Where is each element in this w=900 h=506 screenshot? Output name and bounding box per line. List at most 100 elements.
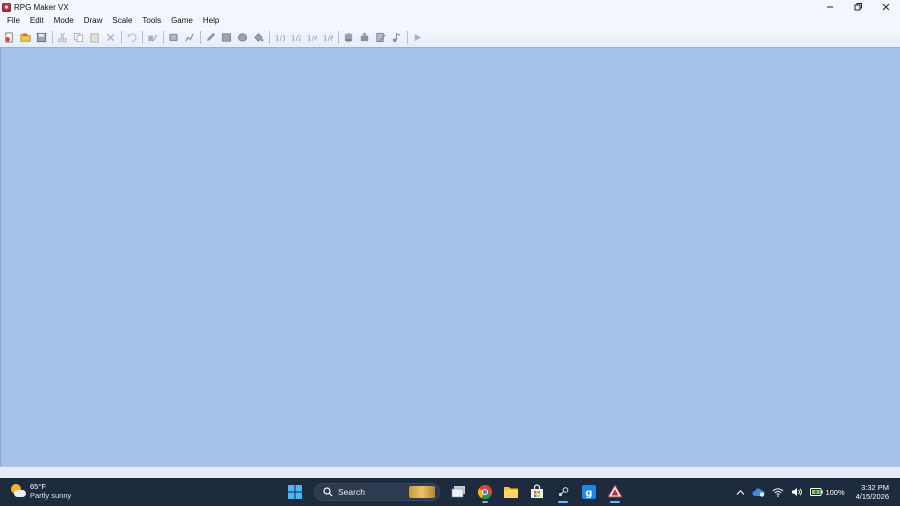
undo-icon <box>126 33 137 42</box>
start-button[interactable] <box>284 481 306 503</box>
menu-mode[interactable]: Mode <box>49 14 79 28</box>
g-app-icon: g <box>582 485 596 499</box>
toolbar-separator <box>142 31 143 44</box>
map-mode-button[interactable] <box>145 30 160 45</box>
steam-button[interactable] <box>552 481 574 503</box>
volume-button[interactable] <box>791 487 803 497</box>
cloud-sync-icon <box>752 488 765 497</box>
microsoft-store-button[interactable] <box>526 481 548 503</box>
search-icon <box>323 487 333 497</box>
resource-manager-icon <box>360 32 369 42</box>
taskbar-search[interactable]: Search <box>314 483 440 501</box>
toolbar-separator <box>163 31 164 44</box>
open-project-icon <box>20 33 31 42</box>
paste-button[interactable] <box>87 30 102 45</box>
taskbar: 65°F Partly sunny Search g 100% 3:32 PM … <box>0 478 900 506</box>
menu-scale[interactable]: Scale <box>107 14 137 28</box>
toolbar-separator <box>407 31 408 44</box>
database-button[interactable] <box>341 30 356 45</box>
event-mode-button[interactable] <box>166 30 181 45</box>
menu-tools[interactable]: Tools <box>137 14 166 28</box>
toolbar-separator <box>52 31 53 44</box>
scale-1-4-button[interactable]: 1/4 <box>304 30 319 45</box>
resource-manager-button[interactable] <box>357 30 372 45</box>
battery-button[interactable]: 100% <box>810 488 845 497</box>
chrome-button[interactable] <box>474 481 496 503</box>
database-icon <box>344 33 353 42</box>
wifi-icon <box>773 488 784 497</box>
paste-icon <box>90 32 99 43</box>
onedrive-button[interactable] <box>752 487 765 497</box>
pencil-icon <box>206 32 216 42</box>
toolbar-separator <box>121 31 122 44</box>
cut-button[interactable] <box>55 30 70 45</box>
file-explorer-icon <box>504 487 518 498</box>
rpg-maker-app-icon <box>2 2 11 12</box>
menu-file[interactable]: File <box>2 14 25 28</box>
cut-icon <box>58 32 67 43</box>
script-editor-button[interactable] <box>373 30 388 45</box>
toolbar-separator <box>200 31 201 44</box>
weather-widget[interactable]: 65°F Partly sunny <box>10 482 71 500</box>
map-mode-icon <box>148 34 158 42</box>
ellipse-button[interactable] <box>235 30 250 45</box>
clock-date: 4/15/2026 <box>855 492 889 501</box>
clock[interactable]: 3:32 PM 4/15/2026 <box>856 483 889 501</box>
event-edit-button[interactable] <box>182 30 197 45</box>
menu-edit[interactable]: Edit <box>25 14 49 28</box>
scale-1-8-icon: 1/8 <box>323 33 333 42</box>
rpg-maker-taskbar-button[interactable] <box>604 481 626 503</box>
open-project-button[interactable] <box>18 30 33 45</box>
status-bar <box>0 466 900 478</box>
window-title: RPG Maker VX <box>14 2 69 12</box>
g-app-button[interactable]: g <box>578 481 600 503</box>
minimize-button[interactable] <box>816 0 844 14</box>
toolbar-separator <box>269 31 270 44</box>
sound-test-button[interactable] <box>389 30 404 45</box>
copy-button[interactable] <box>71 30 86 45</box>
restore-button[interactable] <box>844 0 872 14</box>
title-bar: RPG Maker VX <box>0 0 900 14</box>
rpg-maker-icon <box>607 484 623 498</box>
new-project-button[interactable] <box>2 30 17 45</box>
close-button[interactable] <box>872 0 900 14</box>
editor-workspace <box>0 48 900 466</box>
windows-start-icon <box>288 485 302 499</box>
fill-button[interactable] <box>251 30 266 45</box>
new-project-icon <box>5 32 13 43</box>
window-controls <box>816 0 900 14</box>
system-tray: 100% 3:32 PM 4/15/2026 <box>736 478 900 506</box>
weather-condition: Partly sunny <box>30 491 72 500</box>
scale-1-4-icon: 1/4 <box>307 33 317 42</box>
scale-1-2-button[interactable]: 1/2 <box>288 30 303 45</box>
event-mode-icon <box>169 33 178 42</box>
playtest-button[interactable] <box>410 30 425 45</box>
delete-button[interactable] <box>103 30 118 45</box>
playtest-icon <box>414 33 422 42</box>
rectangle-button[interactable] <box>219 30 234 45</box>
chrome-icon <box>477 485 492 500</box>
task-view-button[interactable] <box>448 481 470 503</box>
menu-draw[interactable]: Draw <box>79 14 108 28</box>
svg-text:1/1: 1/1 <box>275 33 285 42</box>
sound-test-icon <box>392 33 401 43</box>
toolbar: 1/1 1/2 1/4 1/8 <box>0 28 900 48</box>
chevron-up-icon <box>737 489 745 495</box>
running-indicator <box>482 501 488 503</box>
pencil-button[interactable] <box>203 30 218 45</box>
undo-button[interactable] <box>124 30 139 45</box>
network-button[interactable] <box>772 487 784 497</box>
fill-icon <box>254 33 264 42</box>
running-indicator <box>610 501 620 503</box>
save-project-button[interactable] <box>34 30 49 45</box>
svg-text:1/8: 1/8 <box>323 33 333 42</box>
scale-1-8-button[interactable]: 1/8 <box>320 30 335 45</box>
close-icon <box>882 3 890 11</box>
menu-game[interactable]: Game <box>166 14 198 28</box>
file-explorer-button[interactable] <box>500 481 522 503</box>
scale-1-1-button[interactable]: 1/1 <box>272 30 287 45</box>
steam-icon <box>556 485 570 499</box>
show-hidden-icons-button[interactable] <box>736 489 745 496</box>
menu-help[interactable]: Help <box>198 14 224 28</box>
toolbar-separator <box>338 31 339 44</box>
